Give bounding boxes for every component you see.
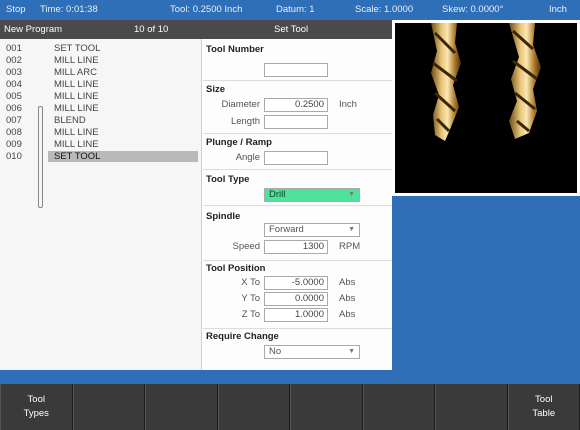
status-tool: Tool: 0.2500 Inch: [170, 4, 243, 15]
require-change-select[interactable]: No ▼: [264, 345, 360, 359]
softkey-7[interactable]: [435, 384, 508, 430]
tool-type-select[interactable]: Drill ▼: [264, 188, 360, 202]
program-name: New Program: [4, 24, 63, 35]
softkey-2[interactable]: [72, 384, 145, 430]
step-title: Set Tool: [274, 24, 309, 35]
angle-field[interactable]: [264, 151, 328, 165]
list-item[interactable]: 005 MILL LINE: [0, 91, 202, 103]
softkey-label-line1: Tool: [535, 394, 553, 405]
preview-blank-area: [392, 196, 580, 370]
chevron-down-icon: ▼: [348, 226, 355, 233]
list-item[interactable]: 009 MILL LINE: [0, 139, 202, 151]
tool-table-softkey[interactable]: Tool Table: [507, 384, 580, 430]
length-label: Length: [230, 116, 260, 127]
list-item[interactable]: 003 MILL ARC: [0, 67, 202, 79]
set-tool-form: Tool Number Size Diameter 0.2500 Inch Le…: [203, 39, 392, 370]
plunge-title: Plunge / Ramp: [206, 137, 272, 148]
drill-bit-graphic: [431, 23, 541, 141]
tool-type-title: Tool Type: [206, 174, 250, 185]
message-strip: [0, 370, 580, 384]
softkey-label-line2: Table: [532, 408, 556, 419]
program-title-bar: New Program 10 of 10 Set Tool: [0, 20, 392, 39]
size-section: Size Diameter 0.2500 Inch Length: [203, 81, 392, 134]
y-to-label: Y To: [241, 293, 260, 304]
list-item[interactable]: 006 MILL LINE: [0, 103, 202, 115]
tool-types-softkey[interactable]: Tool Types: [0, 384, 73, 430]
spindle-section: Spindle Forward ▼ Speed 1300 RPM: [203, 206, 392, 261]
list-item[interactable]: 002 MILL LINE: [0, 55, 202, 67]
diameter-unit: Inch: [339, 99, 357, 110]
size-title: Size: [206, 84, 226, 95]
diameter-label: Diameter: [221, 99, 260, 110]
list-item[interactable]: 007 BLEND: [0, 115, 202, 127]
length-field[interactable]: [264, 115, 328, 129]
program-position: 10 of 10: [134, 24, 169, 35]
status-time: Time: 0:01:38: [40, 4, 98, 15]
status-units: Inch: [549, 4, 567, 15]
z-to-label: Z To: [241, 309, 260, 320]
softkey-3[interactable]: [145, 384, 218, 430]
z-to-unit: Abs: [339, 309, 356, 320]
require-change-value: No: [269, 346, 282, 357]
speed-label: Speed: [232, 241, 260, 252]
softkey-label-line2: Types: [23, 408, 49, 419]
drill-bit-icon: [395, 23, 577, 193]
angle-label: Angle: [235, 152, 260, 163]
list-item[interactable]: 004 MILL LINE: [0, 79, 202, 91]
softkey-6[interactable]: [362, 384, 435, 430]
status-mode: Stop: [6, 4, 26, 15]
softkey-4[interactable]: [217, 384, 290, 430]
tool-position-section: Tool Position X To -5.0000 Abs Y To 0.00…: [203, 261, 392, 329]
program-step-list: 001 SET TOOL 002 MILL LINE 003 MILL ARC 004…: [0, 39, 202, 370]
z-to-field[interactable]: 1.0000: [264, 308, 328, 322]
list-item[interactable]: 008 MILL LINE: [0, 127, 202, 139]
chevron-down-icon: ▼: [348, 191, 355, 198]
list-item[interactable]: 001 SET TOOL: [0, 43, 202, 55]
diameter-field[interactable]: 0.2500: [264, 98, 328, 112]
status-datum: Datum: 1: [276, 4, 315, 15]
chevron-down-icon: ▼: [348, 348, 355, 355]
tool-position-title: Tool Position: [206, 263, 266, 274]
tool-type-section: Tool Type Drill ▼: [203, 170, 392, 206]
spindle-title: Spindle: [206, 211, 241, 222]
require-change-title: Require Change: [206, 331, 279, 342]
softkey-5[interactable]: [290, 384, 363, 430]
speed-unit: RPM: [339, 241, 361, 252]
tool-number-title: Tool Number: [206, 44, 264, 55]
x-to-field[interactable]: -5.0000: [264, 276, 328, 290]
tool-type-value: Drill: [269, 189, 286, 200]
spindle-direction-value: Forward: [269, 224, 304, 235]
speed-field[interactable]: 1300: [264, 240, 328, 254]
status-skew: Skew: 0.0000°: [442, 4, 504, 15]
softkey-bar: Tool Types Tool Table: [0, 384, 580, 430]
x-to-unit: Abs: [339, 277, 356, 288]
tool-number-field[interactable]: [264, 63, 328, 77]
tool-preview-panel: [392, 20, 580, 196]
x-to-label: X To: [241, 277, 260, 288]
plunge-section: Plunge / Ramp Angle: [203, 134, 392, 170]
y-to-field[interactable]: 0.0000: [264, 292, 328, 306]
status-scale: Scale: 1.0000: [355, 4, 414, 15]
require-change-section: Require Change No ▼: [203, 329, 392, 365]
spindle-direction-select[interactable]: Forward ▼: [264, 223, 360, 237]
list-item-selected[interactable]: 010 SET TOOL: [0, 151, 202, 163]
softkey-label-line1: Tool: [27, 394, 45, 405]
tool-number-section: Tool Number: [203, 39, 392, 81]
y-to-unit: Abs: [339, 293, 356, 304]
status-bar: Stop Time: 0:01:38 Tool: 0.2500 Inch Dat…: [0, 0, 580, 20]
